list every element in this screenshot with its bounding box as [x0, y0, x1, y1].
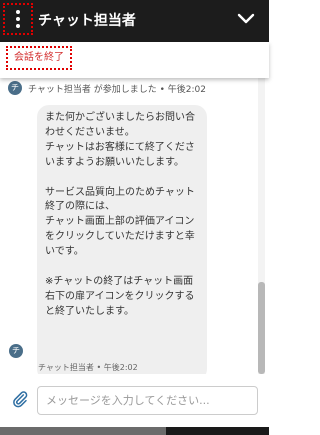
- vertical-dots-icon-dot: [16, 17, 20, 21]
- vertical-dots-icon-dot: [16, 24, 20, 28]
- header-title: チャット担当者: [38, 13, 136, 29]
- scrollbar-thumb[interactable]: [258, 282, 265, 374]
- bubble-paragraph-2: サービス品質向上のためチャット終了の際には、 チャット画面上部の評価アイコンをク…: [45, 186, 195, 258]
- joined-notice: チャット担当者 が参加しました • 午後2:02: [28, 85, 207, 95]
- vertical-dots-icon: [16, 10, 20, 14]
- paperclip-icon[interactable]: [11, 390, 29, 408]
- agent-avatar: チ: [9, 344, 23, 358]
- agent-message-bubble: また何かございましたらお問い合わせくださいませ。 チャットはお客様にて終了くださ…: [37, 105, 207, 381]
- menu-dropdown: 会話を終了: [0, 42, 269, 78]
- end-chat-menu-item[interactable]: 会話を終了: [6, 46, 72, 70]
- menu-button[interactable]: [3, 3, 33, 35]
- chevron-down-icon[interactable]: [236, 10, 256, 28]
- agent-avatar: チ: [8, 81, 22, 95]
- bottom-edge: [0, 427, 269, 435]
- chat-header: チャット担当者: [0, 0, 269, 42]
- message-input[interactable]: [37, 386, 258, 415]
- message-meta: チャット担当者 • 午後2:02: [38, 363, 138, 372]
- bubble-paragraph-1: また何かございましたらお問い合わせくださいませ。 チャットはお客様にて終了くださ…: [45, 112, 195, 168]
- bubble-paragraph-3: ※チャットの終了はチャット画面右下の扉アイコンをクリックすると終了いたします。: [45, 275, 195, 317]
- message-list: チ チャット担当者 が参加しました • 午後2:02 また何かございましたらお問…: [0, 78, 269, 381]
